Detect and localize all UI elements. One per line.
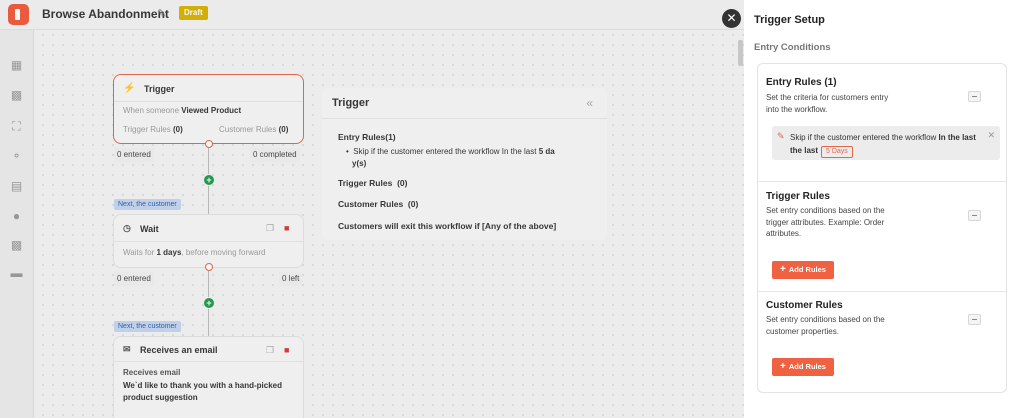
wait-left-count: 0 left [279, 272, 303, 286]
add-step-button[interactable]: + [204, 175, 214, 185]
entered-count: 0 entered [114, 148, 154, 162]
email-node-subtitle: Receives email [123, 368, 181, 377]
copy-icon[interactable]: ❐ [266, 345, 274, 356]
scrollbar[interactable] [738, 40, 743, 66]
summary-title: Trigger [332, 97, 370, 109]
left-sidebar: ▦ ▩ ⛶ ⚬ ▤ ● ▩ ▬ [0, 30, 34, 418]
templates-icon[interactable]: ▤ [9, 180, 24, 193]
entry-rules-collapse-toggle[interactable] [968, 91, 981, 102]
customer-rules-collapse-toggle[interactable] [968, 314, 981, 325]
summary-customer-rules: Customer Rules (0) [338, 199, 419, 209]
customer-rules-desc: Set entry conditions based on the custom… [766, 315, 885, 336]
wait-entered-count: 0 entered [114, 272, 154, 286]
trigger-rules-summary: Trigger Rules (0) [123, 125, 183, 134]
collapse-icon[interactable]: « [586, 96, 593, 110]
entry-rule-item[interactable]: ✎ Skip if the customer entered the workf… [772, 126, 1000, 160]
summary-entry-rules: Entry Rules(1) [338, 132, 396, 142]
wait-node[interactable]: ◷ Wait ❐ ■ Waits for 1 days, before movi… [113, 214, 304, 268]
entry-rules-desc: Set the criteria for customers entry int… [766, 93, 889, 114]
email-icon: ✉ [123, 344, 131, 354]
completed-count: 0 completed [250, 148, 300, 162]
email-node-line1: We`d like to thank you with a hand-picke… [123, 381, 282, 390]
entry-rule-text: Skip if the customer entered the workflo… [790, 131, 990, 158]
trigger-rules-collapse-toggle[interactable] [968, 210, 981, 221]
email-node-line2: product suggestion [123, 393, 198, 402]
status-badge: Draft [179, 6, 208, 20]
next-step-tag: Next, the customer [114, 321, 181, 332]
clock-icon: ◷ [123, 223, 131, 233]
copy-icon[interactable]: ❐ [266, 223, 274, 234]
workflow-title: Browse Abandonment [42, 7, 169, 21]
close-drawer-button[interactable]: ✕ [722, 9, 741, 28]
email-node[interactable]: ✉ Receives an email ❐ ■ Receives email W… [113, 336, 304, 418]
summary-trigger-rules: Trigger Rules (0) [338, 178, 408, 188]
next-step-tag: Next, the customer [114, 199, 181, 210]
bell-icon[interactable]: ⚬ [9, 150, 24, 163]
entry-conditions-box: Entry Rules (1) Set the criteria for cus… [757, 63, 1007, 393]
wait-node-desc: Waits for 1 days, before moving forward [123, 248, 266, 257]
bolt-icon: ⚡ [123, 83, 136, 94]
add-trigger-rules-button[interactable]: + Add Rules [772, 261, 834, 279]
users-icon[interactable]: ● [9, 210, 24, 223]
add-step-button[interactable]: + [204, 298, 214, 308]
connector-dot[interactable] [205, 140, 213, 148]
wait-node-title: Wait [140, 224, 159, 234]
segments-icon[interactable]: ⛶ [9, 120, 24, 133]
drawer-subtitle: Entry Conditions [754, 42, 831, 53]
trigger-node-desc: When someone Viewed Product [123, 106, 242, 115]
edit-rule-icon[interactable]: ✎ [777, 131, 785, 142]
trigger-setup-drawer: Trigger Setup Entry Conditions Entry Rul… [744, 0, 1024, 418]
customer-rules-title: Customer Rules [766, 300, 843, 311]
delete-icon[interactable]: ■ [284, 223, 289, 233]
trigger-rules-desc: Set entry conditions based on the trigge… [766, 206, 885, 238]
folder-icon[interactable]: ▬ [9, 267, 24, 280]
analytics-icon[interactable]: ▩ [9, 89, 24, 102]
summary-exit-condition: Customers will exit this workflow if [An… [338, 221, 557, 231]
trigger-summary-panel: Trigger « Entry Rules(1) • Skip if the c… [322, 88, 607, 240]
remove-rule-icon[interactable]: ✕ [987, 130, 995, 141]
customer-rules-summary: Customer Rules (0) [219, 125, 289, 134]
top-bar: Browse Abandonment ✎ Draft [0, 0, 745, 30]
trigger-node[interactable]: ⚡ Trigger When someone Viewed Product Tr… [113, 74, 304, 144]
edit-title-icon[interactable]: ✎ [157, 7, 166, 20]
delete-icon[interactable]: ■ [284, 345, 289, 355]
email-node-title: Receives an email [140, 345, 218, 355]
drawer-title: Trigger Setup [754, 14, 825, 26]
trigger-rules-title: Trigger Rules [766, 191, 830, 202]
app-logo[interactable] [8, 4, 29, 25]
summary-entry-rule-item: • Skip if the customer entered the workf… [346, 147, 555, 168]
rule-days-badge: 5 Days [821, 146, 853, 158]
add-customer-rules-button[interactable]: + Add Rules [772, 358, 834, 376]
connector-dot[interactable] [205, 263, 213, 271]
trigger-node-title: Trigger [144, 84, 175, 94]
dashboard-icon[interactable]: ▦ [9, 59, 24, 72]
entry-rules-title: Entry Rules (1) [766, 77, 837, 88]
apps-icon[interactable]: ▩ [9, 239, 24, 252]
